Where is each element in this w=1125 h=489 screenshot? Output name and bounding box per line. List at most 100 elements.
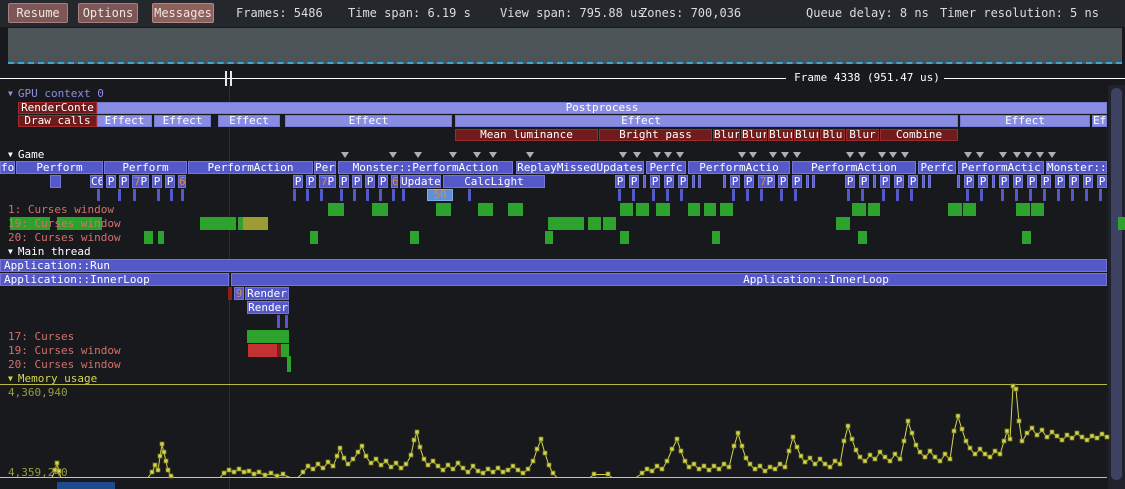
- memory-sample-marker: [346, 462, 350, 466]
- lock-bar[interactable]: [852, 203, 866, 216]
- memory-sample-marker: [933, 455, 937, 459]
- lock-label: 19: Curses window: [8, 217, 121, 230]
- lock-bar[interactable]: [328, 203, 344, 216]
- memory-sample-marker: [665, 459, 669, 463]
- lock-bar[interactable]: [620, 231, 629, 244]
- lock-bar[interactable]: [243, 217, 268, 230]
- memory-sample-marker: [893, 452, 897, 456]
- lock-bar[interactable]: [436, 203, 451, 216]
- memory-sample-marker: [842, 439, 846, 443]
- memory-sample-marker: [506, 468, 510, 472]
- lock-bar[interactable]: [688, 203, 700, 216]
- lock-bar[interactable]: [712, 231, 720, 244]
- memory-sample-marker: [727, 465, 731, 469]
- memory-sample-marker: [222, 471, 226, 475]
- lock-bar[interactable]: [548, 217, 584, 230]
- memory-sample-marker: [1005, 429, 1009, 433]
- memory-plot[interactable]: [0, 0, 1125, 489]
- memory-sample-marker: [948, 457, 952, 461]
- lock-bar[interactable]: [1118, 217, 1125, 230]
- memory-sample-marker: [456, 461, 460, 465]
- memory-sample-marker: [1040, 428, 1044, 432]
- memory-sample-marker: [331, 464, 335, 468]
- memory-sample-marker: [753, 467, 757, 471]
- memory-sample-marker: [399, 466, 403, 470]
- lock-bar[interactable]: [478, 203, 493, 216]
- lock-bar[interactable]: [508, 203, 523, 216]
- lock-bar[interactable]: [1022, 231, 1031, 244]
- lock-bar[interactable]: [656, 203, 670, 216]
- memory-sample-marker: [252, 472, 256, 476]
- lock-bar[interactable]: [704, 203, 716, 216]
- memory-sample-marker: [1065, 433, 1069, 437]
- memory-sample-marker: [321, 466, 325, 470]
- memory-sample-marker: [551, 471, 555, 475]
- memory-sample-marker: [491, 470, 495, 474]
- memory-sample-marker: [356, 450, 360, 454]
- lock-bar[interactable]: [247, 330, 289, 343]
- memory-sample-marker: [863, 459, 867, 463]
- memory-sample-marker: [281, 472, 285, 476]
- memory-sample-marker: [783, 465, 787, 469]
- memory-sample-marker: [1095, 436, 1099, 440]
- lock-bar[interactable]: [1031, 203, 1044, 216]
- memory-sample-marker: [640, 471, 644, 475]
- lock-bar[interactable]: [158, 231, 164, 244]
- memory-sample-marker: [758, 464, 762, 468]
- memory-sample-marker: [316, 462, 320, 466]
- lock-bar[interactable]: [948, 203, 962, 216]
- lock-bar[interactable]: [144, 231, 153, 244]
- lock-bar[interactable]: [545, 231, 553, 244]
- memory-sample-marker: [436, 464, 440, 468]
- lock-bar[interactable]: [410, 231, 419, 244]
- memory-sample-marker: [166, 468, 170, 472]
- memory-sample-marker: [692, 462, 696, 466]
- memory-sample-marker: [232, 470, 236, 474]
- memory-sample-marker: [257, 470, 261, 474]
- lock-bar[interactable]: [720, 203, 733, 216]
- memory-sample-marker: [55, 461, 59, 465]
- lock-bar[interactable]: [963, 203, 976, 216]
- memory-sample-marker: [993, 449, 997, 453]
- memory-sample-marker: [736, 431, 740, 435]
- memory-sample-marker: [547, 463, 551, 467]
- memory-sample-marker: [854, 448, 858, 452]
- memory-sample-marker: [763, 469, 767, 473]
- lock-bar[interactable]: [1016, 203, 1030, 216]
- memory-sample-marker: [978, 447, 982, 451]
- memory-sample-marker: [476, 469, 480, 473]
- lock-bar[interactable]: [603, 217, 616, 230]
- memory-sample-marker: [964, 439, 968, 443]
- memory-sample-marker: [426, 463, 430, 467]
- lock-bar[interactable]: [372, 203, 388, 216]
- lock-bar[interactable]: [836, 217, 850, 230]
- memory-sample-marker: [384, 459, 388, 463]
- memory-sample-marker: [53, 468, 57, 472]
- memory-sample-marker: [670, 447, 674, 451]
- memory-sample-marker: [914, 443, 918, 447]
- memory-sample-marker: [906, 419, 910, 423]
- memory-sample-marker: [717, 467, 721, 471]
- lock-bar[interactable]: [248, 344, 277, 357]
- lock-bar[interactable]: [287, 356, 291, 372]
- memory-sample-marker: [898, 457, 902, 461]
- lock-bar[interactable]: [588, 217, 601, 230]
- memory-sample-marker: [675, 437, 679, 441]
- memory-sample-marker: [850, 437, 854, 441]
- memory-sample-marker: [712, 464, 716, 468]
- memory-sample-marker: [973, 452, 977, 456]
- lock-bar[interactable]: [200, 217, 236, 230]
- lock-bar[interactable]: [868, 203, 880, 216]
- memory-sample-marker: [744, 456, 748, 460]
- lock-bar[interactable]: [310, 231, 318, 244]
- lock-bar[interactable]: [636, 203, 649, 216]
- memory-sample-marker: [150, 470, 154, 474]
- memory-sample-marker: [740, 444, 744, 448]
- memory-sample-marker: [164, 459, 168, 463]
- memory-sample-marker: [660, 467, 664, 471]
- memory-sample-marker: [888, 459, 892, 463]
- lock-bar[interactable]: [858, 231, 867, 244]
- memory-sample-marker: [521, 471, 525, 475]
- lock-bar[interactable]: [620, 203, 633, 216]
- memory-sample-marker: [606, 472, 610, 476]
